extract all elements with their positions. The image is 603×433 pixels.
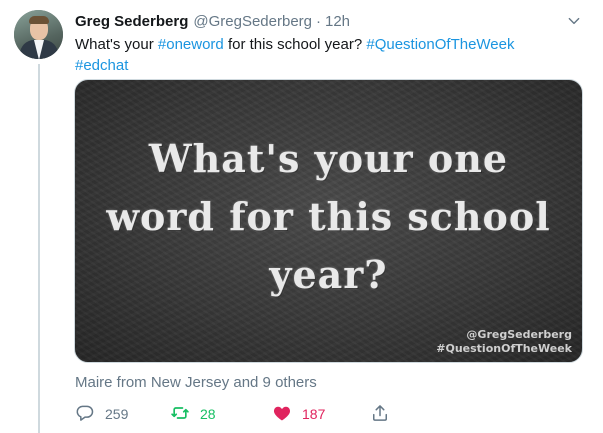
text-segment: What's your [75,36,158,53]
tweet-text: What's your #oneword for this school yea… [75,34,575,76]
tweet-header: Greg Sederberg @GregSederberg · 12h [75,11,350,31]
separator-dot: · [316,12,321,30]
share-icon [370,403,390,426]
retweet-icon [170,403,190,426]
image-chalk-text: What's your one word for this school yea… [75,130,582,304]
hashtag-oneword[interactable]: #oneword [158,36,224,53]
timestamp[interactable]: 12h [325,13,350,30]
avatar[interactable] [14,10,63,59]
hashtag-edchat[interactable]: #edchat [75,57,128,74]
image-line: year? [269,252,388,297]
watermark-handle: @GregSederberg [466,328,572,341]
image-line: word for this school [106,194,551,239]
author-handle[interactable]: @GregSederberg [193,13,312,30]
retweet-button[interactable]: 28 [170,402,216,426]
share-button[interactable] [370,402,390,426]
tweet-actions: 259 28 187 [75,402,405,426]
reply-icon [75,403,95,426]
reply-button[interactable]: 259 [75,402,128,426]
chevron-down-icon[interactable] [567,14,581,28]
hashtag-question-of-the-week[interactable]: #QuestionOfTheWeek [366,36,514,53]
liked-by-text[interactable]: Maire from New Jersey and 9 others [75,374,317,391]
thread-line [38,64,40,433]
watermark-hashtag: #QuestionOfTheWeek [436,342,572,355]
retweet-count: 28 [200,406,216,422]
like-count: 187 [302,406,326,422]
image-watermark: @GregSederberg #QuestionOfTheWeek [436,328,572,356]
tweet-image[interactable]: What's your one word for this school yea… [74,79,583,363]
text-segment: for this school year? [223,36,367,53]
like-button[interactable]: 187 [272,402,325,426]
image-line: What's your one [148,136,509,181]
heart-icon [272,403,292,426]
author-name[interactable]: Greg Sederberg [75,13,188,30]
reply-count: 259 [105,406,129,422]
